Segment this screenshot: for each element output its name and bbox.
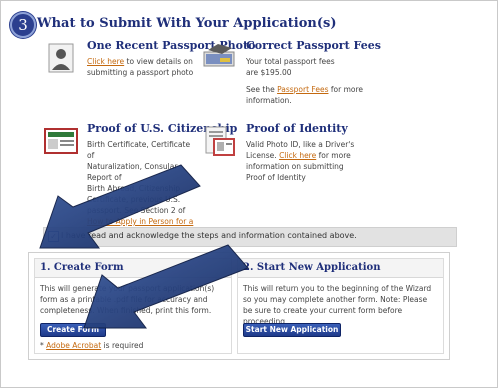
item-text-citizenship: Birth Certificate, Certificate of Natura… xyxy=(87,139,199,238)
footnote-asterisk: * xyxy=(40,341,44,350)
item-text-fees: Your total passport fees are $195.00 See… xyxy=(246,56,366,106)
identity-details-link[interactable]: Click here xyxy=(279,151,316,160)
portrait-photo-icon xyxy=(43,40,79,74)
citizenship-line-2: Naturalization, Consular Report of xyxy=(87,162,178,182)
section-title: What to Submit With Your Application(s) xyxy=(37,16,337,31)
citizenship-line-4: Certificate, previous U.S. xyxy=(87,195,181,204)
acknowledge-row: ✓ I have read and acknowledge the steps … xyxy=(43,227,457,247)
item-title-identity: Proof of Identity xyxy=(246,122,348,135)
acrobat-footnote: * Adobe Acrobat is required xyxy=(40,340,143,351)
fees-line-1: Your total passport fees xyxy=(246,57,335,66)
start-new-panel: 2. Start New Application This will retur… xyxy=(237,258,444,354)
item-text-identity: Valid Photo ID, like a Driver's License.… xyxy=(246,139,364,183)
step-number-badge: 3 xyxy=(10,12,36,38)
citizenship-line-3: Birth Abroad, Citizenship xyxy=(87,184,181,193)
acknowledge-checkbox[interactable]: ✓ xyxy=(48,231,59,242)
birth-certificate-icon xyxy=(43,125,79,159)
start-new-description: This will return you to the beginning of… xyxy=(243,284,432,326)
acknowledge-label[interactable]: I have read and acknowledge the steps an… xyxy=(61,231,357,240)
create-form-description: This will generate your passport applica… xyxy=(40,284,215,315)
citizenship-line-1: Birth Certificate, Certificate of xyxy=(87,140,191,160)
create-form-heading: 1. Create Form xyxy=(35,259,231,278)
adobe-acrobat-link[interactable]: Adobe Acrobat xyxy=(46,341,101,350)
photo-details-link[interactable]: Click here xyxy=(87,57,124,66)
start-new-application-button[interactable]: Start New Application xyxy=(243,323,341,337)
identity-line-2: License. xyxy=(246,151,277,160)
fees-line-2: are $195.00 xyxy=(246,68,292,77)
identity-line-1: Valid Photo ID, like a Driver's xyxy=(246,140,355,149)
money-payment-icon xyxy=(202,40,238,74)
citizenship-line-5: passport. See Section 2 of xyxy=(87,206,186,215)
id-card-icon xyxy=(202,125,238,159)
footnote-suffix: is required xyxy=(103,341,144,350)
action-panels: 1. Create Form This will generate your p… xyxy=(28,252,450,360)
item-title-fees: Correct Passport Fees xyxy=(246,39,381,52)
create-form-button[interactable]: Create Form xyxy=(40,323,106,337)
passport-fees-link[interactable]: Passport Fees xyxy=(277,85,328,94)
start-new-heading: 2. Start New Application xyxy=(238,259,443,278)
create-form-panel: 1. Create Form This will generate your p… xyxy=(34,258,232,354)
fees-see-text: See the xyxy=(246,85,275,94)
item-text-photo: Click here to view details on submitting… xyxy=(87,56,197,78)
